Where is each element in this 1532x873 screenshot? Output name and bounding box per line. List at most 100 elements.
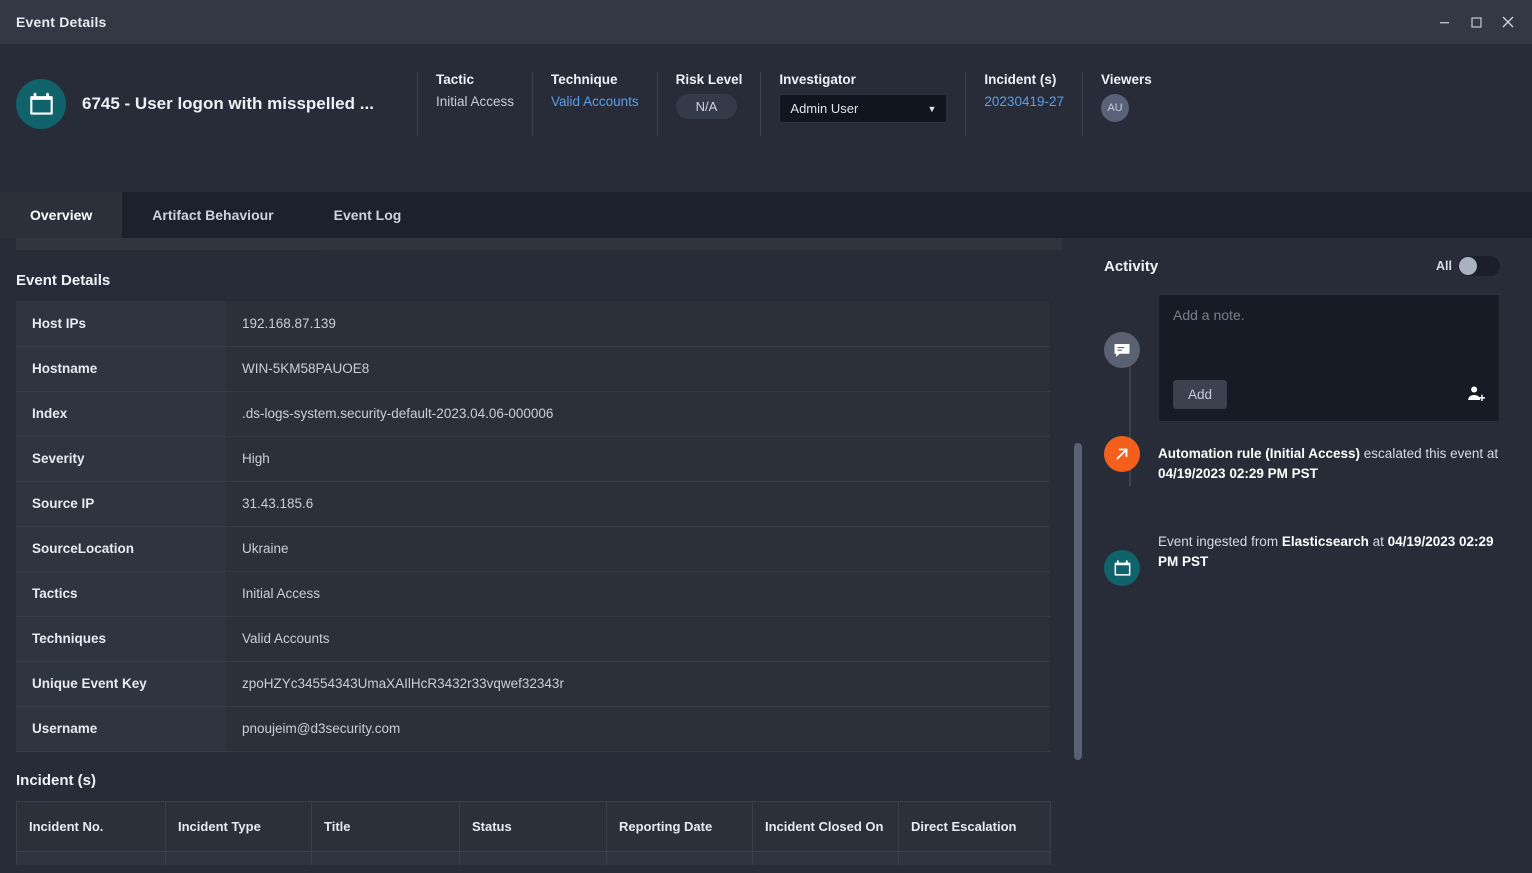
tactic-label: Tactic xyxy=(436,72,475,87)
header-field-incidents: Incident (s) 20230419-27 xyxy=(966,72,1083,136)
add-note-button[interactable]: Add xyxy=(1173,380,1228,409)
investigator-label: Investigator xyxy=(779,72,856,87)
table-row: Techniques Valid Accounts xyxy=(16,616,1050,662)
note-input-placeholder: Add a note. xyxy=(1173,307,1245,323)
row-value: 192.168.87.139 xyxy=(226,301,1050,347)
header-field-tactic: Tactic Initial Access xyxy=(418,72,534,136)
tab-artifact-behaviour[interactable]: Artifact Behaviour xyxy=(122,192,303,238)
content-body: Event Details Host IPs 192.168.87.139 Ho… xyxy=(0,238,1532,865)
chevron-down-icon: ▼ xyxy=(927,103,937,114)
column-reporting-date[interactable]: Reporting Date xyxy=(606,800,753,852)
activity-filter[interactable]: All xyxy=(1436,256,1500,276)
incidents-table: Incident No. Incident Type Title Status … xyxy=(16,800,1051,865)
ingest-pre-text: Event ingested from xyxy=(1158,534,1282,549)
incident-link[interactable]: 20230419-27 xyxy=(984,94,1064,109)
row-key: Source IP xyxy=(16,481,226,527)
table-row: Source IP 31.43.185.6 xyxy=(16,481,1050,527)
vertical-scrollbar-thumb[interactable] xyxy=(1074,443,1082,760)
scrolled-content-peek xyxy=(16,238,1090,252)
tab-bar: Overview Artifact Behaviour Event Log xyxy=(0,192,1532,238)
cell xyxy=(606,851,753,865)
event-title-block: 6745 - User logon with misspelled ... xyxy=(0,72,418,136)
activity-filter-toggle[interactable] xyxy=(1458,256,1500,276)
column-incident-type[interactable]: Incident Type xyxy=(165,800,312,852)
activity-heading: Activity xyxy=(1104,257,1159,275)
ingest-mid-text: at xyxy=(1368,534,1388,549)
table-row: Hostname WIN-5KM58PAUOE8 xyxy=(16,346,1050,392)
row-value: .ds-logs-system.security-default-2023.04… xyxy=(226,391,1050,437)
activity-timeline: Add a note. Add Automation rule (Initial… xyxy=(1104,294,1500,586)
tactic-value: Initial Access xyxy=(436,94,515,109)
row-value: Valid Accounts xyxy=(226,616,1050,662)
column-status[interactable]: Status xyxy=(459,800,607,852)
overview-pane: Event Details Host IPs 192.168.87.139 Ho… xyxy=(0,238,1090,865)
table-row[interactable] xyxy=(16,851,1051,865)
column-incident-no[interactable]: Incident No. xyxy=(16,800,166,852)
cell xyxy=(459,851,607,865)
event-details-table: Host IPs 192.168.87.139 Hostname WIN-5KM… xyxy=(16,301,1050,752)
ingest-source: Elasticsearch xyxy=(1281,534,1369,549)
row-value: zpoHZYc34554343UmaXAIlHcR3432r33vqwef323… xyxy=(226,661,1050,707)
tab-event-log[interactable]: Event Log xyxy=(304,192,432,238)
maximize-icon[interactable] xyxy=(1460,7,1492,37)
technique-label: Technique xyxy=(551,72,618,87)
viewers-label: Viewers xyxy=(1100,72,1152,87)
incidents-label: Incident (s) xyxy=(984,72,1057,87)
activity-header: Activity All xyxy=(1104,256,1500,276)
avatar[interactable]: AU xyxy=(1100,94,1129,122)
row-key: Username xyxy=(16,706,226,752)
row-key: Techniques xyxy=(16,616,226,662)
comment-icon xyxy=(1104,332,1140,368)
note-input-container[interactable]: Add a note. Add xyxy=(1158,294,1500,422)
activity-entry-text: Automation rule (Initial Access) escalat… xyxy=(1158,442,1500,484)
cell xyxy=(16,851,166,865)
row-value: Ukraine xyxy=(226,526,1050,572)
incidents-section: Incident (s) Incident No. Incident Type … xyxy=(16,772,1090,865)
peek-cell-left xyxy=(16,238,320,250)
cell xyxy=(311,851,460,865)
window-title: Event Details xyxy=(16,14,107,30)
row-key: Index xyxy=(16,391,226,437)
activity-entry-ingest: Event ingested from Elasticsearch at 04/… xyxy=(1104,530,1500,586)
close-icon[interactable] xyxy=(1492,7,1524,37)
table-row: Username pnoujeim@d3security.com xyxy=(16,706,1050,752)
minimize-icon[interactable] xyxy=(1428,7,1460,37)
row-value: 31.43.185.6 xyxy=(226,481,1050,527)
activity-note-composer: Add a note. Add xyxy=(1104,294,1500,422)
table-row: Severity High xyxy=(16,436,1050,482)
add-user-icon[interactable] xyxy=(1467,385,1485,408)
window-controls xyxy=(1428,0,1524,44)
column-direct-escalation[interactable]: Direct Escalation xyxy=(898,800,1051,852)
header-field-risk-level: Risk Level N/A xyxy=(658,72,762,136)
row-value: WIN-5KM58PAUOE8 xyxy=(226,346,1050,392)
cell xyxy=(898,851,1051,865)
column-incident-closed-on[interactable]: Incident Closed On xyxy=(752,800,899,852)
row-value: Initial Access xyxy=(226,571,1050,617)
escalation-rule-name: Automation rule (Initial Access) xyxy=(1158,446,1361,461)
event-header: 6745 - User logon with misspelled ... Ta… xyxy=(0,44,1532,192)
calendar-alert-icon xyxy=(16,79,66,129)
technique-value[interactable]: Valid Accounts xyxy=(551,94,639,109)
tab-overview[interactable]: Overview xyxy=(0,192,123,238)
escalation-timestamp: 04/19/2023 02:29 PM PST xyxy=(1158,466,1318,481)
table-row: Index .ds-logs-system.security-default-2… xyxy=(16,391,1050,437)
column-title[interactable]: Title xyxy=(311,800,460,852)
header-field-investigator: Investigator Admin User ▼ xyxy=(761,72,967,136)
table-row: SourceLocation Ukraine xyxy=(16,526,1050,572)
cell xyxy=(752,851,899,865)
row-key: Hostname xyxy=(16,346,226,392)
row-value: High xyxy=(226,436,1050,482)
cell xyxy=(165,851,312,865)
investigator-selected-value: Admin User xyxy=(790,101,859,116)
header-field-viewers: Viewers AU xyxy=(1083,72,1170,136)
row-key: SourceLocation xyxy=(16,526,226,572)
investigator-select[interactable]: Admin User ▼ xyxy=(779,94,948,123)
header-field-technique: Technique Valid Accounts xyxy=(533,72,658,136)
risk-level-label: Risk Level xyxy=(675,72,743,87)
event-details-heading: Event Details xyxy=(16,272,111,289)
toggle-label: All xyxy=(1436,259,1452,273)
table-header-row: Incident No. Incident Type Title Status … xyxy=(16,800,1051,852)
row-key: Severity xyxy=(16,436,226,482)
peek-cell-right xyxy=(320,238,1062,250)
row-key: Host IPs xyxy=(16,301,226,347)
